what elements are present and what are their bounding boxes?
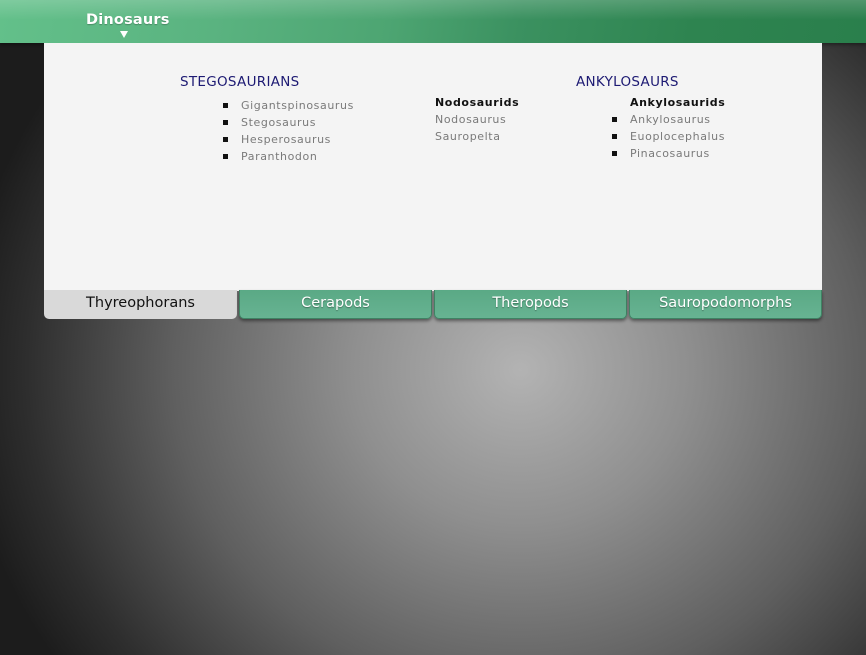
stegosaurians-heading[interactable]: STEGOSAURIANS — [180, 74, 300, 90]
tab-thyreophorans[interactable]: Thyreophorans — [44, 290, 237, 319]
item-label: Ankylosaurus — [630, 113, 711, 126]
square-bullet-icon — [612, 134, 617, 139]
square-bullet-icon — [612, 117, 617, 122]
list-item[interactable]: Gigantspinosaurus — [223, 98, 354, 115]
item-label: Paranthodon — [241, 150, 318, 163]
list-item[interactable]: Pinacosaurus — [612, 146, 725, 163]
item-label: Hesperosaurus — [241, 133, 331, 146]
item-label: Euoplocephalus — [630, 130, 726, 143]
tab-sauropodomorphs[interactable]: Sauropodomorphs — [629, 290, 822, 319]
list-item[interactable]: Euoplocephalus — [612, 129, 725, 146]
square-bullet-icon — [223, 120, 228, 125]
list-item[interactable]: Ankylosaurus — [612, 112, 725, 129]
ankylosaurids-list: Ankylosaurus Euoplocephalus Pinacosaurus — [612, 112, 725, 163]
list-item[interactable]: Hesperosaurus — [223, 132, 354, 149]
item-label: Gigantspinosaurus — [241, 99, 354, 112]
item-label: Pinacosaurus — [630, 147, 710, 160]
list-item[interactable]: Sauropelta — [435, 129, 506, 146]
caret-down-icon — [120, 31, 128, 38]
nodosaurids-subheading[interactable]: Nodosaurids — [435, 96, 519, 109]
square-bullet-icon — [223, 154, 228, 159]
dinosaurs-menu-button[interactable]: Dinosaurs — [86, 12, 170, 28]
list-item[interactable]: Nodosaurus — [435, 112, 506, 129]
stegosaurians-list: Gigantspinosaurus Stegosaurus Hesperosau… — [223, 98, 354, 166]
list-item[interactable]: Paranthodon — [223, 149, 354, 166]
square-bullet-icon — [223, 137, 228, 142]
list-item[interactable]: Stegosaurus — [223, 115, 354, 132]
dropdown-panel: STEGOSAURIANS Gigantspinosaurus Stegosau… — [44, 43, 822, 291]
ankylosaurs-heading[interactable]: ANKYLOSAURS — [576, 74, 679, 90]
tab-theropods[interactable]: Theropods — [434, 290, 627, 319]
tab-cerapods[interactable]: Cerapods — [239, 290, 432, 319]
square-bullet-icon — [223, 103, 228, 108]
ankylosaurids-subheading[interactable]: Ankylosaurids — [630, 96, 725, 109]
nodosaurids-list: Nodosaurus Sauropelta — [435, 112, 506, 146]
item-label: Stegosaurus — [241, 116, 317, 129]
square-bullet-icon — [612, 151, 617, 156]
